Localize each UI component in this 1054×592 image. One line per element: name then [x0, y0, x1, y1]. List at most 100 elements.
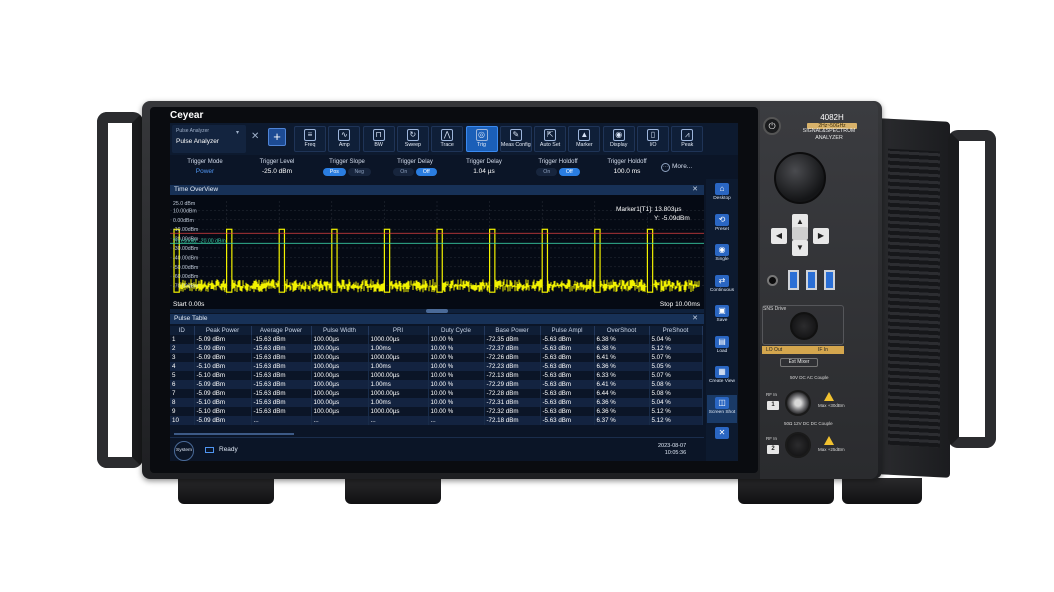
trigger-mode-value[interactable]: Power	[174, 168, 236, 175]
table-row[interactable]: 9 -5.10 dBm -15.63 dBm 100.00µs 1000.00µs 10.…	[170, 407, 703, 416]
arrow-right-icon[interactable]: ▶	[813, 228, 829, 244]
table-cell: 100.00µs	[311, 398, 369, 407]
toolbar-sweep-button[interactable]: ↻ Sweep	[396, 126, 429, 152]
close-icon[interactable]: ✕	[251, 131, 259, 142]
time-overview-trace[interactable]: 10.00dBm 0.00dBm -10.00dBm -20.00dBm -30.00d…	[170, 195, 704, 309]
trigger-level-value[interactable]: -25.0 dBm	[244, 168, 310, 175]
pane-splitter[interactable]	[170, 309, 704, 313]
column-header[interactable]: Duty Cycle	[428, 326, 485, 335]
headphone-jack[interactable]	[767, 275, 778, 286]
table-row[interactable]: 7 -5.09 dBm -15.63 dBm 100.00µs 1000.00µs 10.…	[170, 389, 703, 398]
toolbar-display-button[interactable]: ◉ Display	[602, 126, 635, 152]
table-row[interactable]: 8 -5.10 dBm -15.63 dBm 100.00µs 1.00ms 10.00 …	[170, 398, 703, 407]
rotary-knob[interactable]	[774, 152, 826, 204]
trigger-delay-time-value[interactable]: 1.04 µs	[454, 168, 514, 175]
sidebar-preset-button[interactable]: ⟲ Preset	[707, 212, 737, 240]
more-button[interactable]: ⋯ More...	[661, 163, 692, 172]
status-text: Ready	[219, 446, 238, 453]
toolbar-meas-config-button[interactable]: ✎ Meas Config	[499, 126, 532, 152]
column-header[interactable]: Base Power	[484, 326, 541, 335]
holdoff-on-toggle[interactable]: On	[536, 168, 558, 176]
table-cell: 5.08 %	[649, 380, 703, 389]
sidebar-button-label: Continuous	[709, 287, 735, 293]
sidebar-load-button[interactable]: ▤ Load	[707, 334, 737, 362]
toolbar-bw-button[interactable]: ⊓ BW	[362, 126, 395, 152]
power-icon[interactable]: ⏻	[763, 117, 781, 135]
y-axis-label: -70.00dBm	[173, 284, 198, 290]
slope-neg-toggle[interactable]: Neg	[347, 168, 372, 176]
enter-key[interactable]	[792, 227, 808, 240]
table-row[interactable]: 6 -5.09 dBm -15.63 dBm 100.00µs 1.00ms 10.00 …	[170, 380, 703, 389]
sidebar-single-button[interactable]: ◉ Single	[707, 242, 737, 270]
mode-tab[interactable]: Pulse Analyzer ▾ Pulse Analyzer	[172, 125, 246, 153]
marker-icon: ▲	[578, 129, 591, 141]
table-cell: 10.00 %	[428, 362, 485, 371]
sidebar-tools-button[interactable]: ✕	[707, 425, 737, 453]
table-row[interactable]: 4 -5.10 dBm -15.63 dBm 100.00µs 1.00ms 10.00 …	[170, 362, 703, 371]
model-line2: ANALYZER	[815, 134, 843, 141]
usb-port[interactable]	[788, 270, 799, 290]
trigger-mode-param[interactable]: Trigger Mode Power	[174, 159, 236, 175]
table-row[interactable]: 10 -5.09 dBm............ -72.18 dBm -5.63 d…	[170, 416, 703, 425]
sidebar-save-button[interactable]: ▣ Save	[707, 303, 737, 331]
time-overview-title: Time OverView	[174, 186, 219, 193]
arrow-down-icon[interactable]: ▼	[792, 240, 808, 256]
instrument-photo: Ceyear Pulse Analyzer ▾ Pulse Analyzer ✕…	[0, 0, 1054, 592]
sidebar-desktop-button[interactable]: ⌂ Desktop	[707, 181, 737, 209]
add-mode-button[interactable]: +	[268, 128, 286, 146]
toolbar-marker-button[interactable]: ▲ Marker	[568, 126, 601, 152]
table-row[interactable]: 2 -5.09 dBm -15.63 dBm 100.00µs 1.00ms 10.00 …	[170, 344, 703, 353]
table-row[interactable]: 3 -5.09 dBm -15.63 dBm 100.00µs 1000.00µs 10.…	[170, 353, 703, 362]
table-cell: 10.00 %	[428, 389, 485, 398]
system-button[interactable]: System	[174, 441, 194, 461]
usb-port[interactable]	[824, 270, 835, 290]
toolbar-amp-button[interactable]: ∿ Amp	[328, 126, 361, 152]
rf-input-2-connector[interactable]	[785, 432, 811, 458]
toolbar-freq-button[interactable]: ≡ Freq	[294, 126, 326, 152]
holdoff-off-toggle[interactable]: Off	[558, 168, 580, 176]
toolbar-i-o-button[interactable]: ▯ I/O	[637, 126, 669, 152]
delay-on-toggle[interactable]: On	[393, 168, 415, 176]
slope-pos-toggle[interactable]: Pos	[322, 168, 346, 176]
column-header[interactable]: Average Power	[251, 326, 312, 335]
column-header[interactable]: PRI	[368, 326, 429, 335]
trigger-holdoff-time-value[interactable]: 100.0 ms	[596, 168, 658, 175]
threshold-label: Threshold: -20.00 dBm	[173, 238, 226, 244]
table-row[interactable]: 1 -5.09 dBm -15.63 dBm 100.00µs 1000.00µs 10.…	[170, 335, 703, 344]
toolbar-trace-button[interactable]: ⋀ Trace	[431, 126, 464, 152]
arrow-left-icon[interactable]: ◀	[771, 228, 787, 244]
toolbar-trig-button[interactable]: ◎ Trig	[465, 126, 498, 152]
trigger-delay-time-label: Trigger Delay	[466, 159, 502, 165]
chevron-down-icon[interactable]: ▾	[236, 129, 239, 136]
rf-input-1-connector[interactable]	[785, 390, 811, 416]
column-header[interactable]: Pulse Ampl	[540, 326, 595, 335]
trigger-delay-time-param[interactable]: Trigger Delay 1.04 µs	[454, 159, 514, 175]
toolbar-auto-set-button[interactable]: ⇱ Auto Set	[534, 126, 567, 152]
close-icon[interactable]: ✕	[692, 314, 698, 324]
table-cell: -15.63 dBm	[251, 344, 312, 353]
close-icon[interactable]: ✕	[692, 185, 698, 195]
column-header[interactable]: Pulse Width	[311, 326, 369, 335]
column-header[interactable]: ID	[170, 326, 195, 335]
delay-off-toggle[interactable]: Off	[415, 168, 437, 176]
sidebar-continuous-button[interactable]: ⇄ Continuous	[707, 273, 737, 301]
toolbar-peak-button[interactable]: ⩘ Peak	[671, 126, 704, 152]
column-header[interactable]: Peak Power	[194, 326, 252, 335]
sidebar-screen-shot-button[interactable]: ◫ Screen Shot	[707, 394, 737, 423]
ext-mixer-button[interactable]: Ext Mixer	[780, 358, 818, 367]
table-cell: 6.41 %	[594, 380, 650, 389]
table-cell: -72.31 dBm	[484, 398, 541, 407]
column-header[interactable]: PreShoot	[649, 326, 703, 335]
table-scrollbar[interactable]	[174, 433, 294, 435]
trace-chart[interactable]: 10.00dBm0.00dBm-10.00dBm-20.00dBm-30.00d…	[170, 195, 704, 309]
trigger-level-param[interactable]: Trigger Level -25.0 dBm	[244, 159, 310, 175]
column-header[interactable]: OverShoot	[594, 326, 650, 335]
trigger-delay-param: Trigger Delay On Off	[382, 159, 448, 176]
sidebar-button-label: Desktop	[713, 196, 731, 201]
sidebar-create-view-button[interactable]: ▦ Create View	[707, 364, 737, 392]
table-cell: -15.63 dBm	[251, 335, 312, 344]
table-row[interactable]: 5 -5.10 dBm -15.63 dBm 100.00µs 1000.00µs 10.…	[170, 371, 703, 380]
sns-drive-connector[interactable]	[790, 312, 818, 340]
usb-port[interactable]	[806, 270, 817, 290]
trigger-holdoff-time-param[interactable]: Trigger Holdoff 100.0 ms	[596, 159, 658, 175]
